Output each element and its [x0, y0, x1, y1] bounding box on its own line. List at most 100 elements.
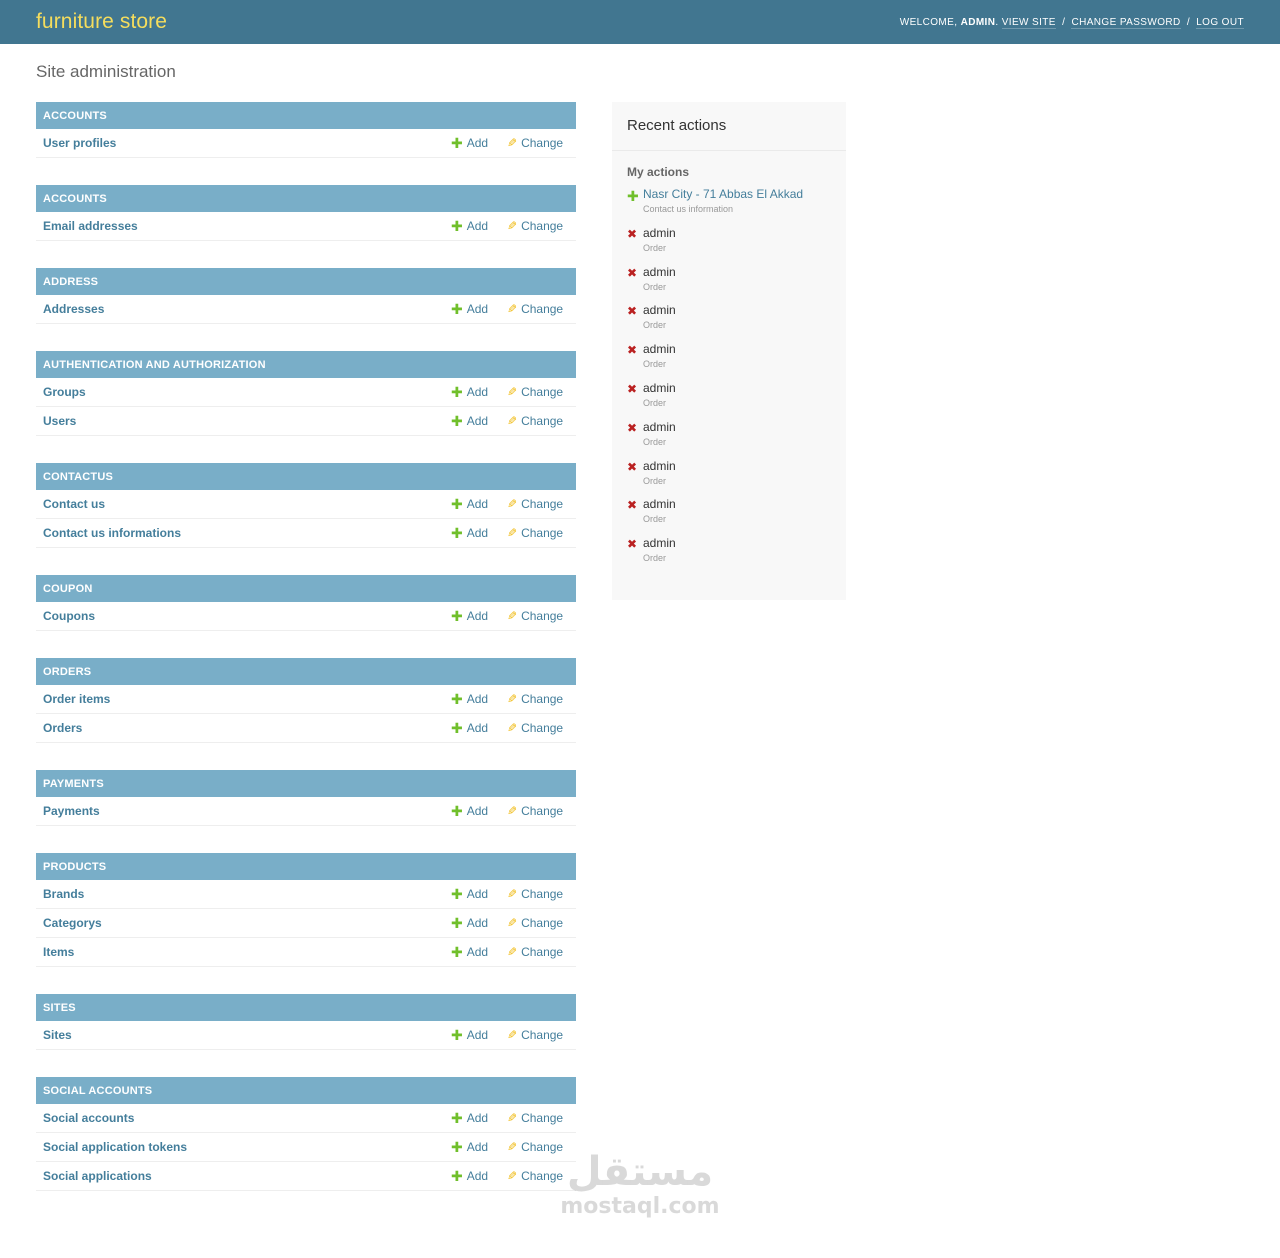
app-module: Orders Order items ✚ Add ✎ Change Orders ✚ Add ✎ C… [36, 658, 576, 743]
change-link[interactable]: ✎ Change [507, 414, 569, 428]
model-link[interactable]: Coupons [43, 609, 451, 623]
add-link[interactable]: ✚ Add [451, 692, 507, 706]
module-caption[interactable]: Contactus [36, 463, 576, 490]
add-link[interactable]: ✚ Add [451, 526, 507, 540]
model-link[interactable]: Social application tokens [43, 1140, 451, 1154]
module-caption[interactable]: Coupon [36, 575, 576, 602]
action-content-type: Order [643, 553, 667, 564]
module-caption[interactable]: Address [36, 268, 576, 295]
delete-icon: ✖ [627, 537, 638, 552]
pencil-icon: ✎ [507, 497, 518, 511]
add-label: Add [466, 526, 489, 540]
add-link[interactable]: ✚ Add [451, 136, 507, 150]
model-link[interactable]: Order items [43, 692, 451, 706]
action-object-link[interactable]: Nasr City - 71 Abbas El Akkad [643, 187, 803, 201]
watermark-latin: mostaql.com [560, 1194, 720, 1219]
model-link[interactable]: Payments [43, 804, 451, 818]
plus-icon: ✚ [451, 803, 463, 819]
plus-icon: ✚ [451, 944, 463, 960]
add-link[interactable]: ✚ Add [451, 804, 507, 818]
add-link[interactable]: ✚ Add [451, 721, 507, 735]
model-link[interactable]: Addresses [43, 302, 451, 316]
module-caption[interactable]: Sites [36, 994, 576, 1021]
add-label: Add [466, 385, 489, 399]
add-link[interactable]: ✚ Add [451, 302, 507, 316]
action-text: admin Order [643, 459, 676, 498]
site-branding[interactable]: furniture store [36, 10, 167, 34]
change-link[interactable]: ✎ Change [507, 497, 569, 511]
model-link[interactable]: Brands [43, 887, 451, 901]
change-label: Change [521, 945, 564, 959]
add-link[interactable]: ✚ Add [451, 219, 507, 233]
model-link[interactable]: Items [43, 945, 451, 959]
plus-icon: ✚ [451, 886, 463, 902]
module-caption[interactable]: Products [36, 853, 576, 880]
model-link[interactable]: Orders [43, 721, 451, 735]
add-label: Add [466, 945, 489, 959]
module-caption[interactable]: Social Accounts [36, 1077, 576, 1104]
change-link[interactable]: ✎ Change [507, 385, 569, 399]
add-link[interactable]: ✚ Add [451, 385, 507, 399]
plus-icon: ✚ [451, 691, 463, 707]
action-content-type: Order [643, 475, 667, 486]
add-link[interactable]: ✚ Add [451, 1169, 507, 1183]
change-label: Change [521, 136, 564, 150]
model-row: Social application tokens ✚ Add ✎ Change [36, 1133, 576, 1162]
view-site-link[interactable]: View site [1001, 16, 1056, 29]
separator: / [1186, 16, 1190, 28]
change-link[interactable]: ✎ Change [507, 692, 569, 706]
action-item: ✖ admin Order [627, 342, 831, 381]
change-link[interactable]: ✎ Change [507, 526, 569, 540]
pencil-icon: ✎ [507, 1140, 518, 1154]
add-label: Add [466, 497, 489, 511]
model-link[interactable]: Email addresses [43, 219, 451, 233]
change-link[interactable]: ✎ Change [507, 916, 569, 930]
model-link[interactable]: Sites [43, 1028, 451, 1042]
add-link[interactable]: ✚ Add [451, 887, 507, 901]
change-link[interactable]: ✎ Change [507, 219, 569, 233]
log-out-link[interactable]: Log out [1196, 16, 1244, 29]
pencil-icon: ✎ [507, 609, 518, 623]
change-link[interactable]: ✎ Change [507, 721, 569, 735]
change-link[interactable]: ✎ Change [507, 945, 569, 959]
page-title: Site administration [36, 62, 176, 81]
change-link[interactable]: ✎ Change [507, 302, 569, 316]
app-module: Social Accounts Social accounts ✚ Add ✎ Chang… [36, 1077, 576, 1191]
add-link[interactable]: ✚ Add [451, 609, 507, 623]
change-link[interactable]: ✎ Change [507, 609, 569, 623]
module-caption[interactable]: Authentication and Authorization [36, 351, 576, 378]
model-row: Social applications ✚ Add ✎ Change [36, 1162, 576, 1191]
add-link[interactable]: ✚ Add [451, 916, 507, 930]
module-caption[interactable]: Payments [36, 770, 576, 797]
model-link[interactable]: Social applications [43, 1169, 451, 1183]
action-content-type: Order [643, 242, 667, 253]
model-link[interactable]: User profiles [43, 136, 451, 150]
model-link[interactable]: Contact us informations [43, 526, 451, 540]
model-link[interactable]: Social accounts [43, 1111, 451, 1125]
change-link[interactable]: ✎ Change [507, 1111, 569, 1125]
model-link[interactable]: Contact us [43, 497, 451, 511]
add-link[interactable]: ✚ Add [451, 497, 507, 511]
module-caption[interactable]: Accounts [36, 102, 576, 129]
pencil-icon: ✎ [507, 692, 518, 706]
change-label: Change [521, 219, 564, 233]
add-link[interactable]: ✚ Add [451, 414, 507, 428]
action-item: ✖ admin Order [627, 265, 831, 304]
add-link[interactable]: ✚ Add [451, 945, 507, 959]
model-link[interactable]: Groups [43, 385, 451, 399]
add-link[interactable]: ✚ Add [451, 1140, 507, 1154]
add-link[interactable]: ✚ Add [451, 1028, 507, 1042]
change-link[interactable]: ✎ Change [507, 804, 569, 818]
change-link[interactable]: ✎ Change [507, 136, 569, 150]
add-link[interactable]: ✚ Add [451, 1111, 507, 1125]
change-link[interactable]: ✎ Change [507, 1028, 569, 1042]
module-caption[interactable]: Orders [36, 658, 576, 685]
change-password-link[interactable]: Change password [1071, 16, 1181, 29]
action-text: admin Order [643, 226, 676, 265]
model-link[interactable]: Users [43, 414, 451, 428]
user-tools: Welcome, admin. View site / Change passw… [899, 16, 1244, 29]
model-link[interactable]: Categorys [43, 916, 451, 930]
change-link[interactable]: ✎ Change [507, 887, 569, 901]
add-label: Add [466, 302, 489, 316]
module-caption[interactable]: Accounts [36, 185, 576, 212]
